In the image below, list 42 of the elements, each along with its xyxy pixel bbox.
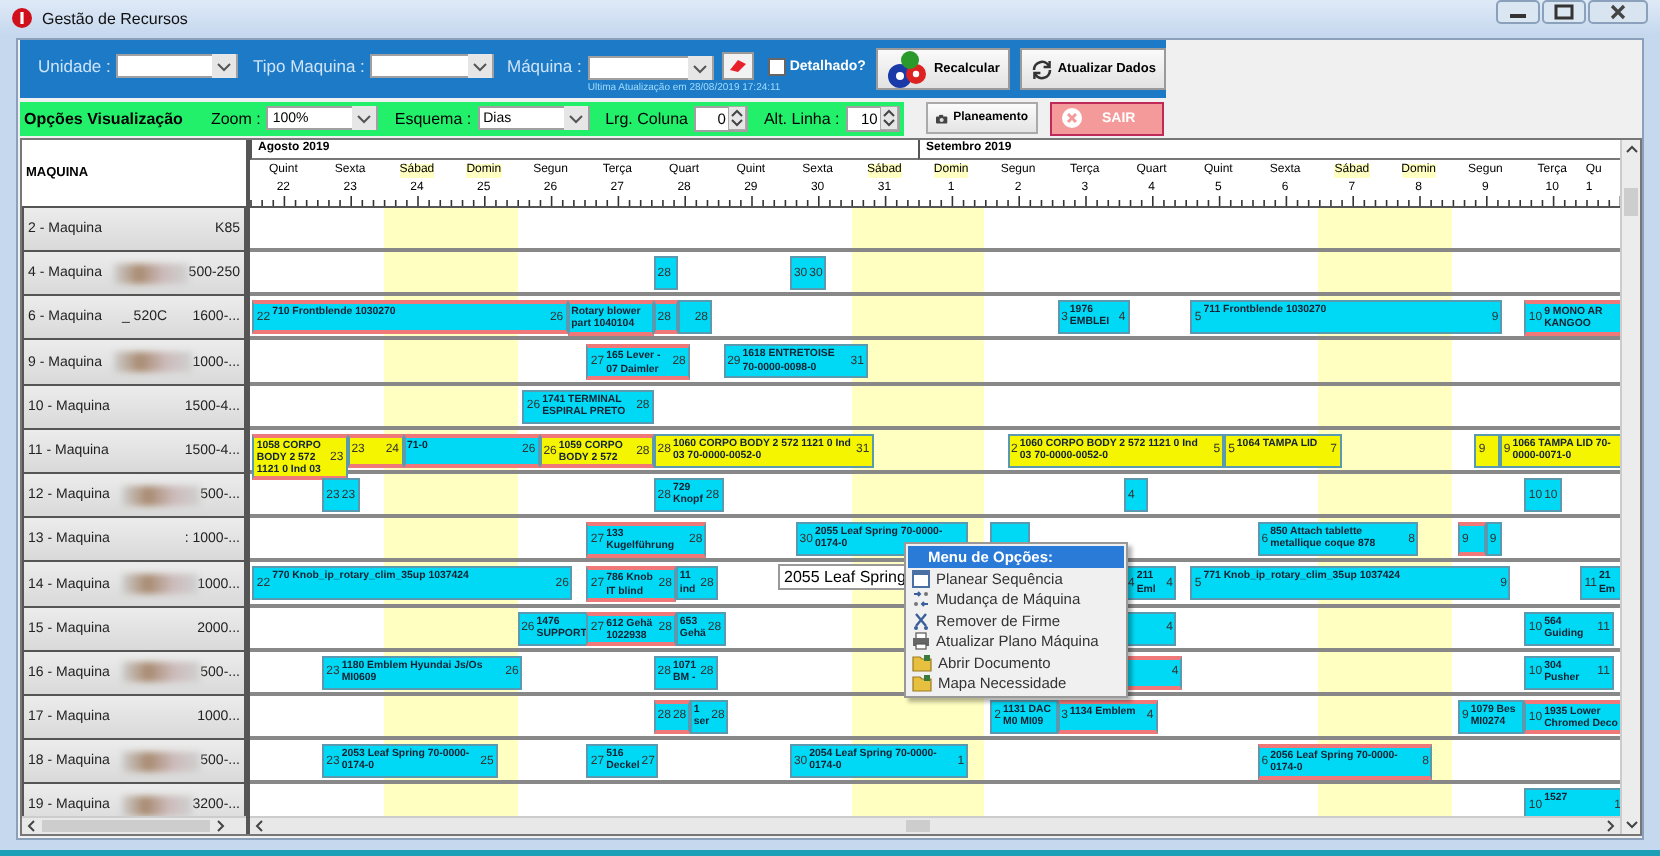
window-icon — [912, 569, 930, 588]
caret-icon — [467, 54, 491, 78]
option-label: Lrg. Coluna — [605, 109, 688, 127]
folder-icon — [912, 674, 932, 693]
caret-icon — [212, 54, 237, 78]
close-icon[interactable] — [1588, 0, 1648, 24]
close-icon — [1062, 108, 1082, 128]
camera-icon — [936, 109, 948, 127]
scrollbar-thumb[interactable] — [1624, 188, 1638, 216]
scissors-icon — [912, 611, 930, 630]
machine-type-label: Tipo Maquina : — [252, 56, 365, 76]
scrollbar-thumb[interactable] — [906, 820, 930, 833]
minimize-icon[interactable] — [1496, 0, 1540, 24]
option-label: Esquema : — [394, 109, 472, 127]
maximize-icon[interactable] — [1542, 0, 1586, 24]
eraser-icon — [727, 58, 748, 74]
horizontal-scrollbar[interactable] — [22, 816, 246, 835]
app-icon — [12, 8, 32, 28]
option-label: Alt. Linha : — [763, 109, 840, 127]
unit-dropdown[interactable] — [116, 54, 239, 78]
option-label: Zoom : — [210, 109, 261, 127]
machine-dropdown[interactable] — [587, 55, 714, 79]
window-title: Gestão de Recursos — [42, 9, 188, 27]
machine-label: Máquina : — [507, 56, 582, 76]
caret-icon — [352, 106, 377, 130]
view-options-title: Opções Visualização — [24, 109, 183, 127]
horizontal-scrollbar[interactable] — [250, 816, 1620, 834]
spin-arrows-icon — [727, 106, 746, 130]
gears-icon — [885, 49, 930, 89]
spin-arrows-icon — [879, 106, 898, 130]
arrows-icon — [912, 590, 930, 609]
unit-label: Unidade : — [38, 56, 111, 76]
detail-checkbox[interactable] — [767, 58, 786, 76]
folder-icon — [912, 653, 932, 672]
printer-icon — [912, 632, 930, 651]
caret-icon — [563, 106, 588, 130]
scrollbar-thumb[interactable] — [42, 820, 210, 833]
vertical-scrollbar[interactable] — [1620, 140, 1640, 834]
machine-type-dropdown[interactable] — [370, 54, 493, 78]
clear-button[interactable] — [721, 52, 754, 80]
caret-icon — [687, 55, 712, 79]
refresh-icon — [1029, 57, 1054, 81]
